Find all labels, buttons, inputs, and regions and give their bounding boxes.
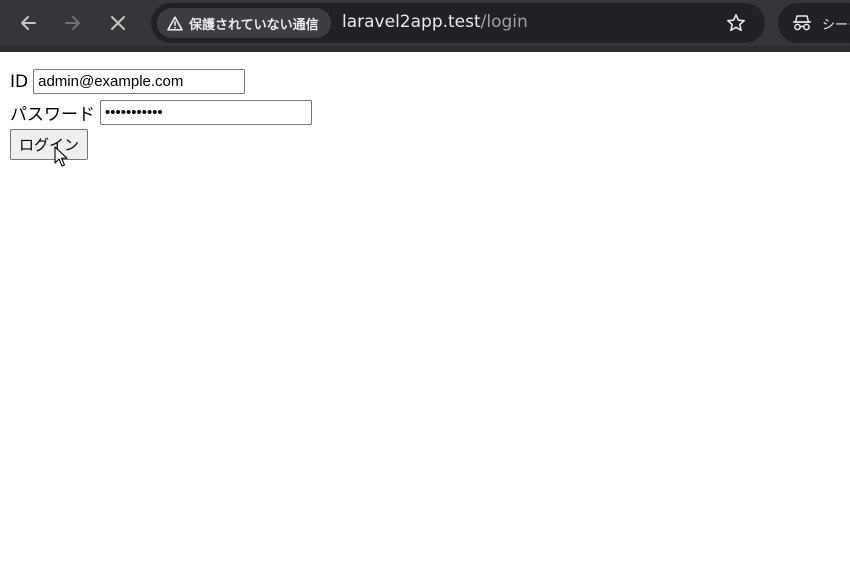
star-icon — [727, 14, 745, 32]
url-path: /login — [480, 12, 528, 32]
profile-label: シーク — [822, 17, 850, 33]
password-input[interactable] — [100, 100, 312, 125]
warning-icon — [167, 15, 183, 31]
url-text[interactable]: laravel2app.test/login — [342, 12, 528, 32]
forward-button[interactable] — [56, 6, 90, 40]
password-row: パスワード — [10, 97, 312, 128]
id-label: ID — [10, 71, 29, 92]
login-button[interactable]: ログイン — [10, 129, 89, 160]
security-indicator[interactable]: 保護されていない通信 — [157, 8, 331, 38]
bookmark-button[interactable] — [723, 10, 749, 36]
address-bar[interactable]: 保護されていない通信 laravel2app.test/login — [151, 3, 765, 43]
browser-toolbar: 保護されていない通信 laravel2app.test/login シーク — [0, 0, 850, 52]
id-row: ID — [10, 66, 312, 97]
mouse-cursor-icon — [54, 146, 68, 167]
url-host: laravel2app.test — [342, 12, 481, 32]
back-button[interactable] — [11, 6, 45, 40]
close-icon — [111, 16, 125, 30]
profile-button[interactable]: シーク — [778, 3, 850, 43]
id-input[interactable] — [33, 69, 246, 94]
password-label: パスワード — [10, 105, 95, 125]
arrow-right-icon — [65, 16, 80, 30]
stop-loading-button[interactable] — [101, 6, 135, 40]
incognito-icon — [793, 15, 811, 31]
security-label: 保護されていない通信 — [189, 17, 319, 33]
page-content: ID パスワード ログイン — [0, 52, 850, 570]
arrow-left-icon — [21, 16, 36, 30]
